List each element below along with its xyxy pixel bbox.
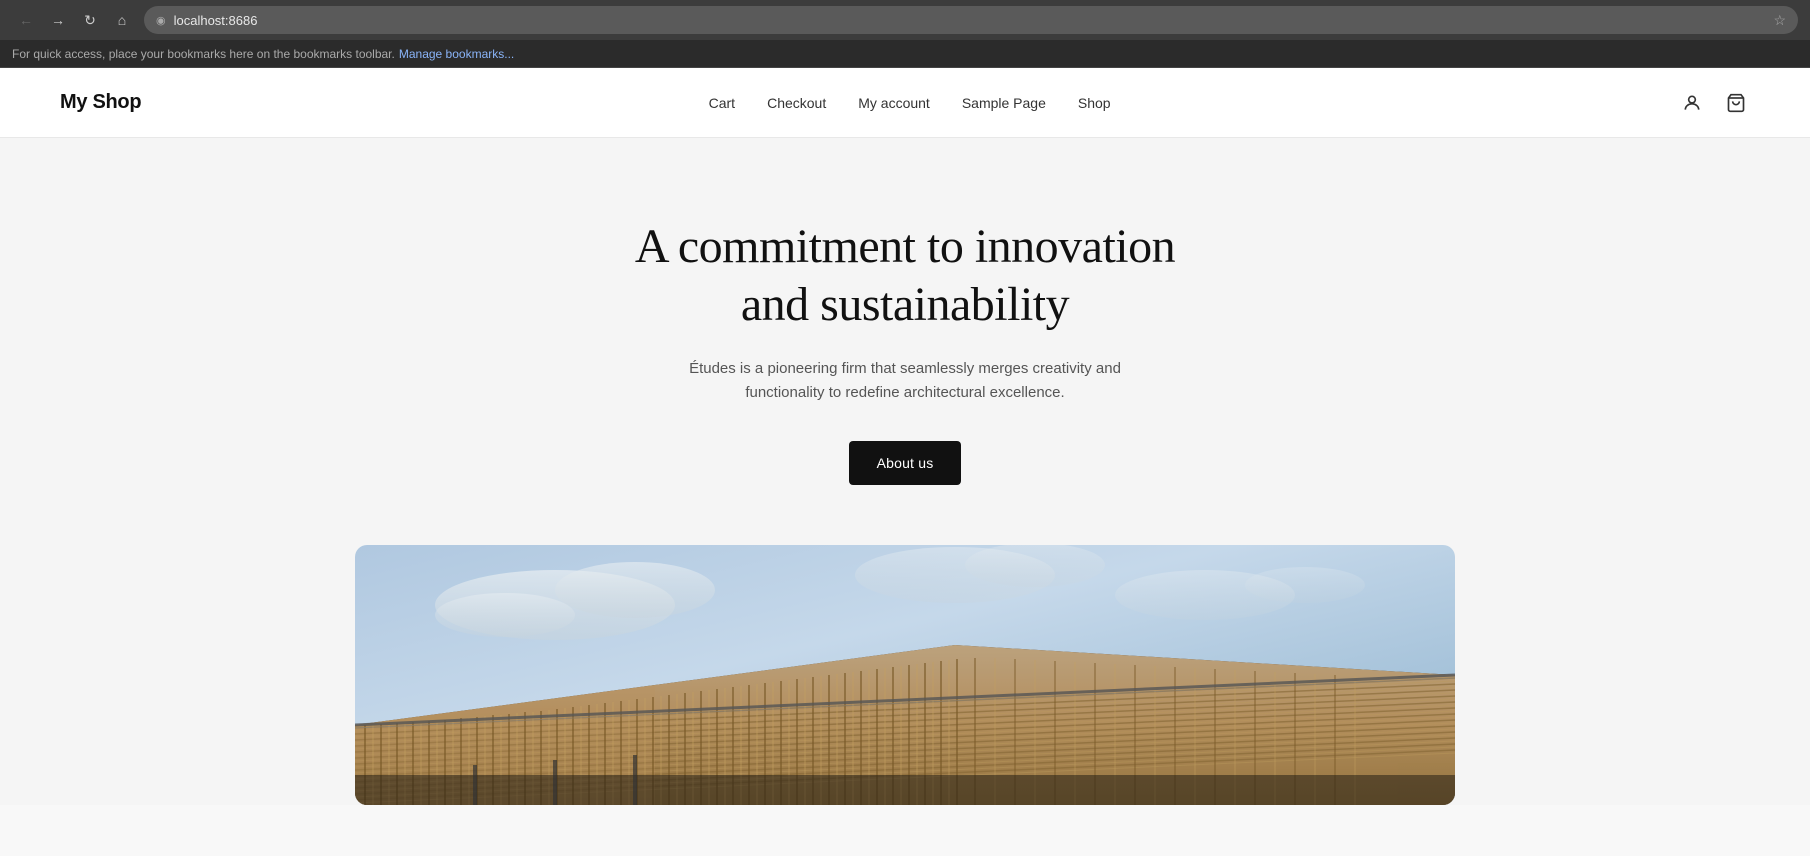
home-button[interactable]: ⌂ xyxy=(108,6,136,34)
site-logo[interactable]: My Shop xyxy=(60,91,141,114)
bookmark-star-icon[interactable]: ☆ xyxy=(1773,12,1786,29)
address-text: localhost:8686 xyxy=(174,13,1766,28)
website-content: My Shop Cart Checkout My account Sample … xyxy=(0,68,1810,805)
hero-title: A commitment to innovation and sustainab… xyxy=(40,218,1770,333)
reload-button[interactable]: ↻ xyxy=(76,6,104,34)
security-shield-icon: ◉ xyxy=(156,14,166,27)
nav-icons xyxy=(1678,89,1750,117)
address-bar[interactable]: ◉ localhost:8686 ☆ xyxy=(144,6,1798,34)
manage-bookmarks-link[interactable]: Manage bookmarks... xyxy=(399,47,514,61)
nav-link-shop[interactable]: Shop xyxy=(1078,95,1111,111)
forward-button[interactable]: → xyxy=(44,6,72,34)
browser-nav-buttons: ← → ↻ ⌂ xyxy=(12,6,136,34)
nav-link-cart[interactable]: Cart xyxy=(709,95,735,111)
about-us-button[interactable]: About us xyxy=(849,441,962,485)
hero-section: A commitment to innovation and sustainab… xyxy=(0,138,1810,545)
site-nav: Cart Checkout My account Sample Page Sho… xyxy=(709,95,1111,111)
hero-subtitle: Études is a pioneering firm that seamles… xyxy=(655,357,1155,405)
site-header: My Shop Cart Checkout My account Sample … xyxy=(0,68,1810,138)
browser-toolbar: ← → ↻ ⌂ ◉ localhost:8686 ☆ xyxy=(0,0,1810,40)
image-section xyxy=(0,545,1810,805)
nav-link-checkout[interactable]: Checkout xyxy=(767,95,826,111)
nav-link-myaccount[interactable]: My account xyxy=(858,95,930,111)
architecture-image xyxy=(355,545,1455,805)
user-account-icon[interactable] xyxy=(1678,89,1706,117)
back-button[interactable]: ← xyxy=(12,6,40,34)
nav-link-samplepage[interactable]: Sample Page xyxy=(962,95,1046,111)
cart-icon[interactable] xyxy=(1722,89,1750,117)
browser-chrome: ← → ↻ ⌂ ◉ localhost:8686 ☆ For quick acc… xyxy=(0,0,1810,68)
bookmark-bar-text: For quick access, place your bookmarks h… xyxy=(12,47,395,61)
bookmark-bar: For quick access, place your bookmarks h… xyxy=(0,40,1810,68)
